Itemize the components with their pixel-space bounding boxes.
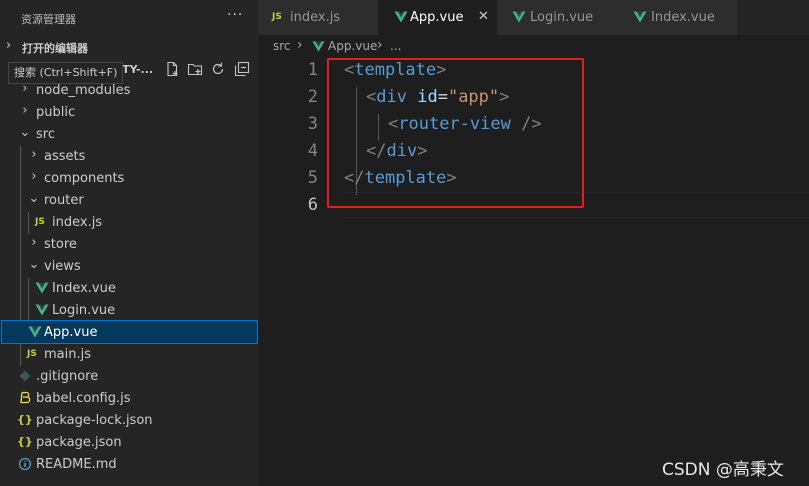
new-folder-icon[interactable]	[187, 61, 203, 77]
tab-label: Login.vue	[530, 10, 594, 25]
chevron-right-icon: ›	[31, 235, 37, 250]
more-actions-icon[interactable]: ···	[227, 7, 243, 23]
line-number: 4	[307, 141, 318, 161]
tree-file-app-vue[interactable]: App.vue	[1, 320, 258, 344]
tree-file-main-js[interactable]: JS main.js	[0, 343, 258, 365]
tree-label: package-lock.json	[36, 413, 153, 428]
tree-label: .gitignore	[36, 369, 99, 384]
tree-label: store	[44, 237, 77, 252]
chevron-right-icon: ›	[31, 147, 37, 162]
vue-file-icon	[35, 282, 49, 294]
vue-file-icon	[35, 304, 49, 316]
tree-label: package.json	[36, 435, 122, 450]
sidebar-header: 资源管理器 ···	[0, 0, 258, 36]
close-icon[interactable]: ✕	[478, 9, 489, 24]
line-number: 5	[307, 168, 318, 188]
breadcrumb-folder[interactable]: src	[273, 39, 291, 53]
tree-folder-components[interactable]: › components	[0, 167, 258, 189]
breadcrumb-separator: ›	[297, 37, 303, 53]
line-number: 3	[307, 114, 318, 134]
tree-folder-router[interactable]: ⌄ router	[0, 189, 258, 211]
tab-label: index.js	[290, 10, 341, 25]
new-file-icon[interactable]	[164, 61, 180, 77]
tree-file-index-vue[interactable]: Index.vue	[0, 277, 258, 299]
collapse-all-icon[interactable]	[234, 61, 250, 77]
tree-label: main.js	[44, 347, 91, 362]
vue-file-icon	[394, 11, 408, 23]
breadcrumb: src › App.vue › ...	[258, 35, 809, 57]
chevron-down-icon: ⌄	[28, 191, 40, 206]
breadcrumb-symbol[interactable]: ...	[390, 39, 401, 53]
vue-file-icon	[633, 11, 647, 23]
sidebar-title: 资源管理器	[21, 13, 76, 26]
tree-label: components	[44, 171, 125, 186]
tree-label: Login.vue	[52, 303, 116, 318]
babel-file-icon	[20, 391, 31, 404]
tree-label: router	[44, 193, 84, 208]
tree-file-gitignore[interactable]: .gitignore	[0, 365, 258, 387]
line-number: 2	[307, 87, 318, 107]
tab-index-js[interactable]: JS index.js	[258, 0, 379, 35]
git-file-icon	[19, 370, 31, 382]
watermark: CSDN @高秉文	[662, 460, 784, 480]
editor-tabs: JS index.js App.vue ✕ Login.vue Index.vu…	[258, 0, 809, 35]
json-file-icon: {}	[17, 435, 33, 448]
search-tooltip: 搜索 (Ctrl+Shift+F)	[8, 62, 124, 84]
tree-label: src	[36, 127, 55, 142]
tab-app-vue[interactable]: App.vue ✕	[378, 0, 498, 35]
tree-folder-public[interactable]: › public	[0, 101, 258, 123]
chevron-right-icon: ›	[22, 103, 28, 118]
tree-label: README.md	[36, 457, 117, 472]
chevron-right-icon: ›	[31, 169, 37, 184]
tree-file-readme[interactable]: README.md	[0, 453, 258, 475]
tree-label: Index.vue	[52, 281, 116, 296]
tree-label: App.vue	[44, 325, 98, 340]
tree-folder-views[interactable]: ⌄ views	[0, 255, 258, 277]
tree-folder-src[interactable]: ⌄ src	[0, 123, 258, 145]
tree-label: index.js	[52, 215, 103, 230]
tree-file-index-js[interactable]: JS index.js	[0, 211, 258, 233]
tree-folder-store[interactable]: › store	[0, 233, 258, 255]
line-number: 6	[307, 195, 318, 215]
vue-file-icon	[28, 326, 42, 338]
tree-file-login-vue[interactable]: Login.vue	[0, 299, 258, 321]
js-file-icon: JS	[27, 349, 37, 359]
tree-label: public	[36, 105, 76, 120]
tree-label: views	[44, 259, 81, 274]
chevron-down-icon: ⌄	[19, 125, 31, 140]
open-editors-label: 打开的编辑器	[22, 42, 88, 55]
js-file-icon: JS	[35, 217, 45, 227]
tree-file-package-json[interactable]: {} package.json	[0, 431, 258, 453]
tree-folder-assets[interactable]: › assets	[0, 145, 258, 167]
vue-file-icon	[512, 11, 526, 23]
tab-label: App.vue	[410, 10, 464, 25]
tree-file-package-lock[interactable]: {} package-lock.json	[0, 409, 258, 431]
tab-label: Index.vue	[651, 10, 715, 25]
line-number: 1	[307, 60, 318, 80]
tree-label: assets	[44, 149, 86, 164]
js-file-icon: JS	[272, 12, 282, 22]
tab-index-vue[interactable]: Index.vue	[619, 0, 738, 35]
json-file-icon: {}	[17, 413, 33, 426]
tree-file-babel-config[interactable]: babel.config.js	[0, 387, 258, 409]
chevron-down-icon: ⌄	[28, 257, 40, 272]
breadcrumb-file[interactable]: App.vue	[328, 39, 377, 53]
tree-label: node_modules	[36, 83, 131, 98]
open-editors-section[interactable]: › 打开的编辑器	[0, 36, 258, 58]
annotation-highlight-box	[327, 58, 584, 208]
tree-label: babel.config.js	[36, 391, 131, 406]
explorer-sidebar: 资源管理器 ··· › 打开的编辑器 ITY-... 搜索 (Ctrl+Shif…	[0, 0, 258, 486]
chevron-right-icon: ›	[6, 38, 12, 53]
tab-login-vue[interactable]: Login.vue	[497, 0, 620, 35]
refresh-icon[interactable]	[210, 61, 226, 77]
vue-file-icon	[312, 41, 325, 52]
info-file-icon	[18, 457, 32, 471]
breadcrumb-separator: ›	[377, 37, 383, 53]
